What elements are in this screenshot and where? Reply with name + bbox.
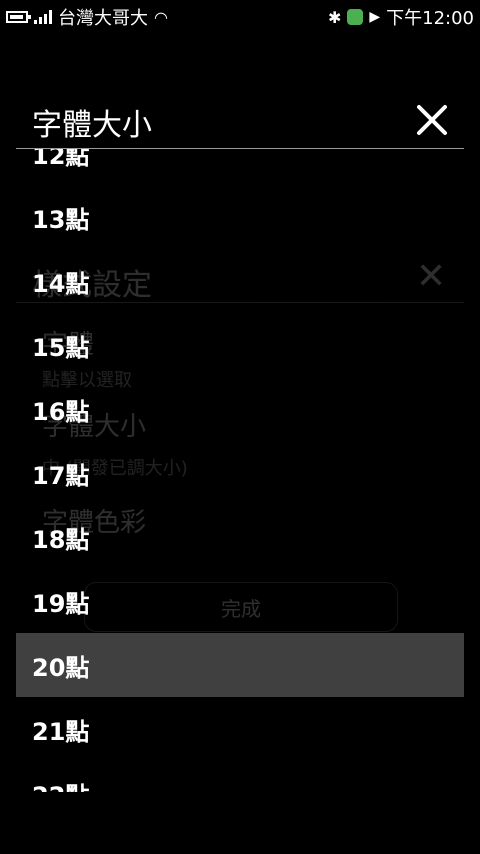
font-size-option-label: 18點 [32, 525, 90, 554]
font-size-list-inner: 12點 13點 14點 15點 16點 17點 18點 19點 20點 21點 22點 [16, 149, 464, 792]
font-size-option-label: 12點 [32, 149, 90, 170]
font-size-option[interactable]: 13點 [16, 185, 464, 249]
status-right: ✱ ▶ 下午12:00 [328, 4, 474, 30]
font-size-option[interactable]: 12點 [16, 149, 464, 185]
font-size-option-label: 20點 [32, 653, 90, 682]
message-icon: ▶ [369, 9, 381, 25]
font-size-option[interactable]: 15點 [16, 313, 464, 377]
carrier-name: 台灣大哥大 [58, 8, 148, 29]
signal-icon [34, 10, 52, 24]
font-size-option-label: 13點 [32, 205, 90, 234]
font-size-option-label: 17點 [32, 461, 90, 490]
font-size-option-label: 14點 [32, 269, 90, 298]
close-icon [417, 105, 447, 135]
font-size-option[interactable]: 20點 [16, 633, 464, 697]
status-left: 台灣大哥大 ◠ [6, 4, 168, 30]
font-size-option-label: 19點 [32, 589, 90, 618]
font-size-list[interactable]: 12點 13點 14點 15點 16點 17點 18點 19點 20點 21點 22點 [16, 149, 464, 792]
dialog-title: 字體大小 [32, 108, 152, 143]
wifi-icon: ◠ [154, 7, 168, 27]
font-size-option[interactable]: 19點 [16, 569, 464, 633]
font-size-option-label: 16點 [32, 397, 90, 426]
font-size-option[interactable]: 22點 [16, 761, 464, 793]
font-size-option-label: 22點 [32, 776, 89, 793]
font-size-option[interactable]: 14點 [16, 249, 464, 313]
battery-icon [6, 11, 31, 23]
font-size-option-label: 21點 [32, 717, 90, 746]
status-bar: 台灣大哥大 ◠ ✱ ▶ 下午12:00 [0, 0, 480, 34]
close-button[interactable] [410, 98, 454, 142]
font-size-option[interactable]: 21點 [16, 697, 464, 761]
clock: 下午12:00 [386, 8, 474, 29]
font-size-option[interactable]: 18點 [16, 505, 464, 569]
font-size-option[interactable]: 16點 [16, 377, 464, 441]
bluetooth-icon: ✱ [327, 7, 342, 27]
app-notification-icon [347, 9, 364, 25]
font-size-option[interactable]: 17點 [16, 441, 464, 505]
font-size-option-label: 15點 [32, 333, 90, 362]
